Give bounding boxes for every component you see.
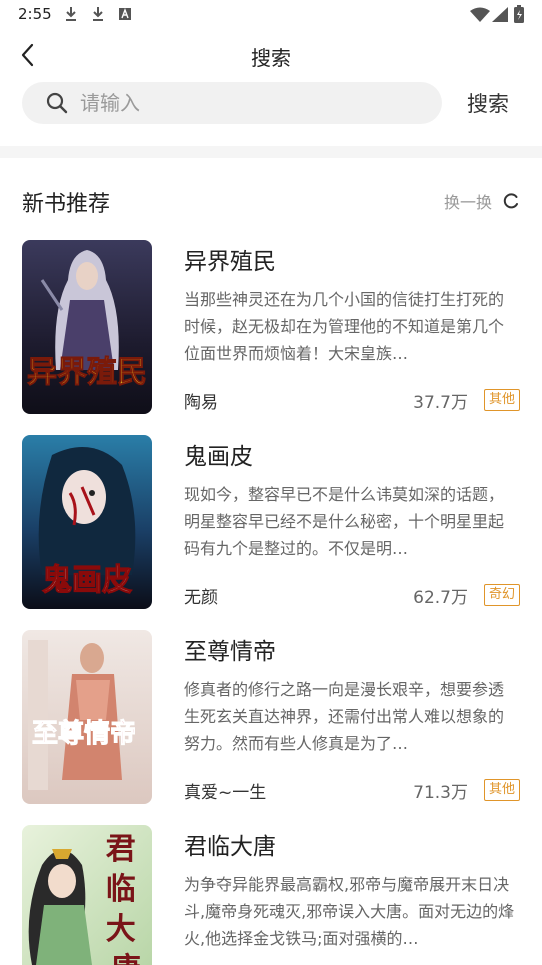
section-title: 新书推荐 bbox=[22, 192, 111, 217]
cover-text: 至尊情帝 bbox=[32, 718, 136, 749]
refresh-button[interactable]: 换一换 bbox=[444, 190, 520, 212]
search-input[interactable] bbox=[80, 82, 420, 124]
category-tag: 其他 bbox=[483, 779, 520, 801]
book-title[interactable]: 鬼画皮 bbox=[184, 437, 253, 471]
book-cover[interactable]: 鬼画皮 bbox=[22, 435, 152, 609]
font-notification-icon bbox=[119, 8, 131, 20]
page-title: 搜索 bbox=[251, 46, 291, 70]
search-button[interactable]: 搜索 bbox=[458, 88, 518, 118]
download-icon bbox=[93, 7, 103, 21]
header: 搜索 bbox=[0, 34, 542, 78]
section-divider bbox=[0, 146, 542, 158]
book-item[interactable]: 异界殖民 异界殖民 当那些神灵还在为几个小国的信徒打生打死的时候，赵无极却在为管… bbox=[22, 240, 520, 415]
refresh-icon bbox=[503, 193, 519, 209]
book-word-count: 71.3万 bbox=[413, 783, 468, 803]
book-item[interactable]: 至尊情帝 至尊情帝 修真者的修行之路一向是漫长艰辛，想要参透生死玄关直达神界，还… bbox=[22, 630, 520, 805]
cover-text: 鬼画皮 bbox=[42, 563, 132, 598]
signal-icon bbox=[492, 7, 508, 22]
book-author: 真爱~一生 bbox=[184, 783, 267, 803]
category-tag: 奇幻 bbox=[483, 584, 520, 606]
cover-text: 异界殖民 bbox=[27, 355, 147, 390]
book-word-count: 62.7万 bbox=[413, 588, 468, 608]
book-title[interactable]: 异界殖民 bbox=[184, 242, 276, 276]
refresh-label: 换一换 bbox=[444, 193, 493, 212]
search-box[interactable] bbox=[22, 82, 442, 124]
book-cover[interactable]: 君 临 大 唐 bbox=[22, 825, 152, 965]
book-item[interactable]: 君 临 大 唐 君临大唐 为争夺异能界最高霸权,邪帝与魔帝展开末日决斗,魔帝身死… bbox=[22, 825, 520, 965]
book-description: 修真者的修行之路一向是漫长艰辛，想要参透生死玄关直达神界，还需付出常人难以想象的… bbox=[184, 680, 505, 753]
category-tag: 其他 bbox=[483, 389, 520, 411]
book-cover[interactable]: 异界殖民 bbox=[22, 240, 152, 414]
download-icon bbox=[66, 7, 76, 21]
book-item[interactable]: 鬼画皮 鬼画皮 现如今，整容早已不是什么讳莫如深的话题，明星整容早已经不是什么秘… bbox=[22, 435, 520, 610]
book-author: 无颜 bbox=[184, 588, 218, 608]
status-bar: 2:55 bbox=[0, 0, 542, 30]
book-author: 陶易 bbox=[184, 393, 218, 413]
book-title[interactable]: 至尊情帝 bbox=[184, 632, 276, 666]
wifi-icon bbox=[470, 7, 490, 22]
cover-text: 君 临 大 唐 bbox=[106, 832, 146, 965]
book-title[interactable]: 君临大唐 bbox=[184, 827, 276, 861]
battery-icon bbox=[514, 5, 524, 23]
search-icon bbox=[46, 92, 68, 114]
status-time: 2:55 bbox=[18, 5, 52, 23]
book-word-count: 37.7万 bbox=[413, 393, 468, 413]
book-cover[interactable]: 至尊情帝 bbox=[22, 630, 152, 804]
book-description: 现如今，整容早已不是什么讳莫如深的话题，明星整容早已经不是什么秘密，十个明星里起… bbox=[184, 485, 505, 558]
book-description: 当那些神灵还在为几个小国的信徒打生打死的时候，赵无极却在为管理他的不知道是第几个… bbox=[184, 290, 505, 363]
book-description: 为争夺异能界最高霸权,邪帝与魔帝展开末日决斗,魔帝身死魂灭,邪帝误入大唐。面对无… bbox=[184, 875, 515, 948]
